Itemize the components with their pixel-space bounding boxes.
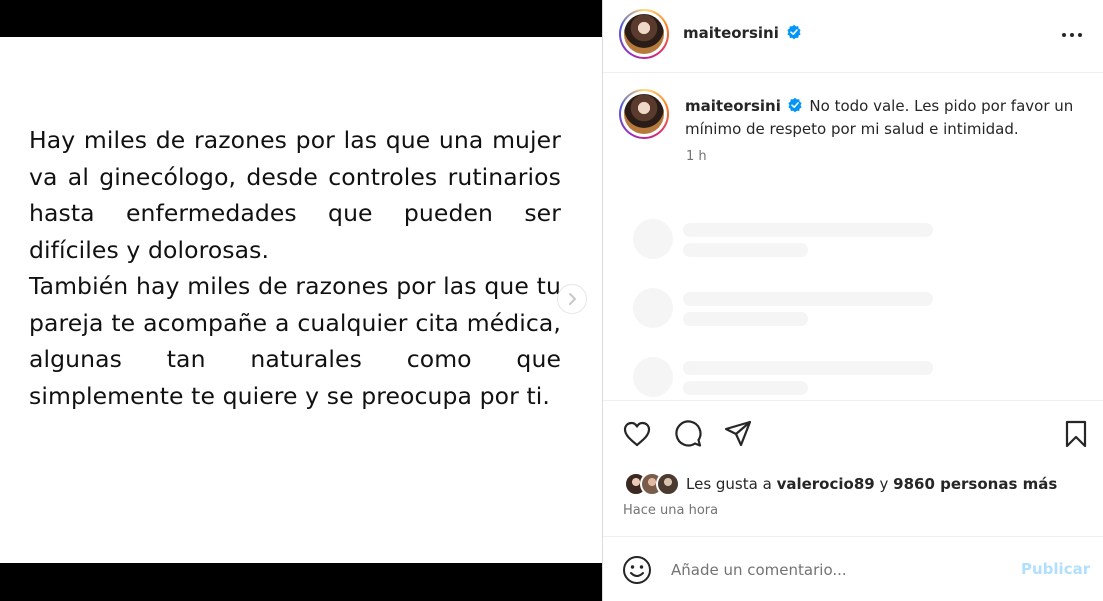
share-icon bbox=[724, 420, 752, 447]
post-image-text: Hay miles de razones por las que una muj… bbox=[29, 122, 561, 414]
likes-row[interactable]: Les gusta a valerocio89 y 9860 personas … bbox=[624, 471, 1057, 497]
post-media[interactable]: Hay miles de razones por las que una muj… bbox=[0, 0, 602, 601]
like-button[interactable] bbox=[621, 418, 653, 450]
more-icon bbox=[1062, 33, 1082, 37]
comment-bar: Publicar bbox=[603, 536, 1103, 601]
bookmark-icon bbox=[1065, 420, 1087, 448]
action-section: Les gusta a valerocio89 y 9860 personas … bbox=[603, 400, 1103, 536]
liker-avatar[interactable] bbox=[656, 472, 680, 496]
post-side-panel: maiteorsini maiteorsini No todo vale. Le… bbox=[602, 0, 1103, 601]
likes-count[interactable]: 9860 personas más bbox=[893, 475, 1057, 493]
verified-icon bbox=[788, 97, 802, 113]
publish-button[interactable]: Publicar bbox=[1021, 560, 1090, 578]
post-paragraph-1: Hay miles de razones por las que una muj… bbox=[29, 126, 561, 264]
comment-input[interactable] bbox=[671, 557, 1001, 583]
caption-time[interactable]: 1 h bbox=[686, 149, 707, 164]
post-timestamp[interactable]: Hace una hora bbox=[623, 503, 718, 518]
comment-icon bbox=[675, 420, 702, 447]
caption-username[interactable]: maiteorsini bbox=[685, 97, 781, 115]
caption: maiteorsini No todo vale. Les pido por f… bbox=[685, 95, 1085, 141]
liker-username[interactable]: valerocio89 bbox=[777, 475, 875, 493]
emoji-icon bbox=[623, 556, 651, 584]
next-slide-button[interactable] bbox=[557, 284, 587, 314]
header-username-link[interactable]: maiteorsini bbox=[683, 24, 802, 42]
verified-icon bbox=[787, 24, 801, 40]
more-options-button[interactable] bbox=[1058, 24, 1086, 46]
post-paragraph-2: También hay miles de razones por las que… bbox=[29, 272, 561, 410]
username-text[interactable]: maiteorsini bbox=[683, 24, 779, 42]
likes-summary[interactable]: Les gusta a valerocio89 y 9860 personas … bbox=[686, 475, 1057, 493]
heart-icon bbox=[623, 421, 651, 447]
post-header: maiteorsini bbox=[603, 0, 1103, 73]
save-button[interactable] bbox=[1060, 418, 1092, 450]
likes-connector: y bbox=[879, 475, 889, 493]
letterbox-top bbox=[0, 0, 602, 37]
share-button[interactable] bbox=[722, 418, 754, 450]
letterbox-bottom bbox=[0, 563, 602, 601]
emoji-button[interactable] bbox=[622, 555, 652, 585]
chevron-right-icon bbox=[569, 293, 576, 305]
caption-avatar[interactable] bbox=[619, 89, 669, 139]
likes-prefix: Les gusta a bbox=[686, 475, 772, 493]
avatar[interactable] bbox=[619, 9, 669, 59]
comment-button[interactable] bbox=[672, 418, 704, 450]
